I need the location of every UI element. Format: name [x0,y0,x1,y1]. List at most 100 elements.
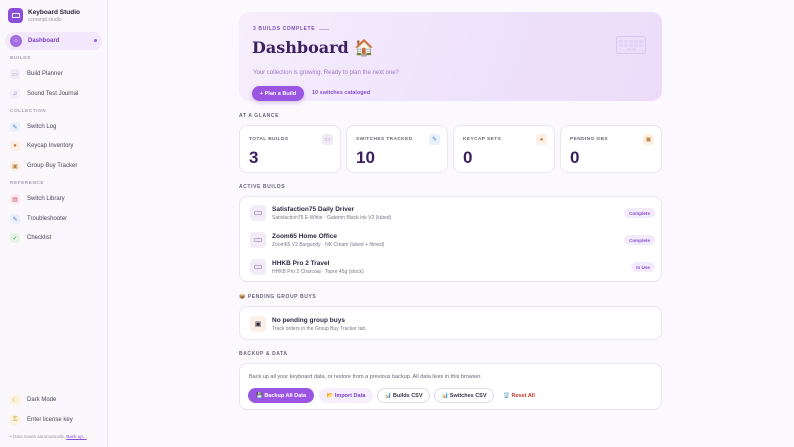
sidebar-item-build-planner[interactable]: ▭ Build Planner [10,68,63,80]
build-detail: Zoom65 V2 Burgundy · NK Cream (lubed + f… [272,242,385,248]
palette-icon: ● [536,134,547,145]
build-name: Zoom65 Home Office [272,233,338,240]
sidebar-item-label: Build Planner [27,71,63,77]
at-a-glance-heading: AT A GLANCE [239,113,280,119]
pending-group-buys-card: ▣ No pending group buys Track orders in … [239,306,662,340]
backup-card: Back up all your keyboard data, or resto… [239,363,662,410]
sidebar-item-keycap-inventory[interactable]: ● Keycap Inventory [10,140,73,152]
sidebar-item-sound-test-journal[interactable]: ♫ Sound Test Journal [10,88,78,100]
import-data-button[interactable]: 📂 Import Data [319,388,373,403]
list-item[interactable]: Zoom65 Home Office Zoom65 V2 Burgundy · … [250,229,655,251]
empty-state-title: No pending group buys [272,317,345,324]
sidebar-item-label: Troubleshooter [27,216,68,222]
active-indicator-dot [94,39,97,42]
status-badge: Complete [624,235,655,245]
hero-subtitle: Your collection is growing. Ready to pla… [253,70,399,76]
stat-card-switches-tracked: SWITCHES TRACKED 10 ✎ [346,125,448,173]
build-name: HHKB Pro 2 Travel [272,260,330,267]
active-builds-heading: ACTIVE BUILDS [239,184,286,190]
stat-value: 10 [356,148,375,167]
section-label-collection: COLLECTION [10,109,47,114]
hero-kicker: 3 BUILDS COMPLETE [253,26,330,32]
sidebar-item-label: Sound Test Journal [27,91,79,97]
sidebar-item-checklist[interactable]: ✓ Checklist [10,232,51,244]
stat-label: KEYCAP SETS [463,137,502,142]
autosave-note: ▪ Data saves automatically. Back up... [10,434,87,439]
hero-kicker-text: 3 BUILDS COMPLETE [253,26,316,32]
empty-state-subtitle: Track orders in the Group Buy Tracker ta… [272,326,367,332]
wrench-icon: ✎ [429,134,440,145]
wrench-icon: ✎ [10,214,20,224]
sidebar-item-label: Switch Log [27,124,57,130]
backup-all-button[interactable]: 💾 Backup All Data [248,388,314,403]
wrench-icon: ✎ [10,122,20,132]
stat-card-total-builds: TOTAL BUILDS 3 ▭ [239,125,341,173]
pending-group-buys-heading: 📦 PENDING GROUP BUYS [239,294,317,300]
stat-label: TOTAL BUILDS [249,137,289,142]
package-icon: ▣ [10,161,20,171]
palette-icon: ● [10,141,20,151]
stat-label: PENDING GBS [570,137,608,142]
stat-value: 0 [463,148,473,167]
license-key-button[interactable]: ⚿ Enter license key [10,414,73,426]
reset-all-button[interactable]: 🗑️ Reset All [499,388,539,403]
check-icon: ✓ [10,233,20,243]
stat-card-pending-gbs: PENDING GBS 0 ▣ [560,125,662,173]
sidebar-item-label: Group Buy Tracker [27,163,78,169]
backup-description: Back up all your keyboard data, or resto… [249,374,482,380]
sidebar-item-label: Dashboard [28,38,60,44]
sidebar-item-troubleshooter[interactable]: ✎ Troubleshooter [10,213,67,225]
sidebar: Keyboard Studio ccmanpt.studio ⌂ Dashboa… [0,0,108,447]
book-icon: ▤ [10,194,20,204]
dark-mode-label: Dark Mode [27,397,57,403]
stat-card-keycap-sets: KEYCAP SETS 0 ● [453,125,555,173]
keyboard-icon [250,259,266,275]
keyboard-icon [250,232,266,248]
moon-icon: ☾ [10,395,20,405]
sidebar-item-dashboard[interactable]: ⌂ Dashboard [5,32,102,50]
backup-link[interactable]: Back up... [66,434,86,439]
autosave-text: Data saves automatically. [12,434,65,439]
key-icon: ⚿ [10,415,20,425]
license-key-label: Enter license key [27,417,73,423]
list-item[interactable]: HHKB Pro 2 Travel HHKB Pro 2 Charcoal · … [250,256,655,278]
hero-banner: 3 BUILDS COMPLETE Dashboard 🏠 Your colle… [239,12,662,101]
dark-mode-toggle[interactable]: ☾ Dark Mode [10,394,56,406]
sidebar-item-switch-library[interactable]: ▤ Switch Library [10,193,65,205]
sidebar-item-label: Keycap Inventory [27,143,74,149]
page-title: Dashboard 🏠 [252,38,375,57]
keyboard-icon: ▭ [322,134,333,145]
home-icon: ⌂ [10,35,22,47]
keyboard-illustration-icon [616,36,646,54]
sidebar-item-label: Switch Library [27,196,65,202]
section-label-reference: REFERENCE [10,181,45,186]
keyboard-icon: ▭ [10,69,20,79]
brand: Keyboard Studio ccmanpt.studio [8,8,80,23]
section-label-builds: BUILDS [10,56,31,61]
stat-value: 3 [249,148,259,167]
sidebar-item-group-buy-tracker[interactable]: ▣ Group Buy Tracker [10,160,77,172]
save-icon: ▪ [10,434,12,439]
package-icon: ▣ [250,316,266,332]
switches-csv-button[interactable]: 📊 Switches CSV [434,388,494,403]
build-detail: Satisfaction75 E-White · Gateron Black I… [272,215,392,221]
builds-csv-button[interactable]: 📊 Builds CSV [377,388,430,403]
status-badge: In Use [631,262,655,272]
backup-heading: BACKUP & DATA [239,351,288,357]
plan-build-button[interactable]: + Plan a Build [252,86,304,101]
keyboard-icon [250,205,266,221]
package-icon: ▣ [643,134,654,145]
list-item[interactable]: Satisfaction75 Daily Driver Satisfaction… [250,202,655,224]
build-name: Satisfaction75 Daily Driver [272,206,355,213]
sidebar-item-switch-log[interactable]: ✎ Switch Log [10,121,56,133]
music-icon: ♫ [10,89,20,99]
sidebar-item-label: Checklist [27,235,52,241]
active-builds-list: Satisfaction75 Daily Driver Satisfaction… [239,196,662,282]
stat-value: 0 [570,148,580,167]
keyboard-logo-icon [8,8,23,23]
app-subtitle: ccmanpt.studio [28,16,62,23]
build-detail: HHKB Pro 2 Charcoal · Topre 45g (stock) [272,269,364,275]
stat-label: SWITCHES TRACKED [356,137,413,142]
status-badge: Complete [624,208,655,218]
switches-cataloged-link[interactable]: 10 switches cataloged [312,90,370,96]
